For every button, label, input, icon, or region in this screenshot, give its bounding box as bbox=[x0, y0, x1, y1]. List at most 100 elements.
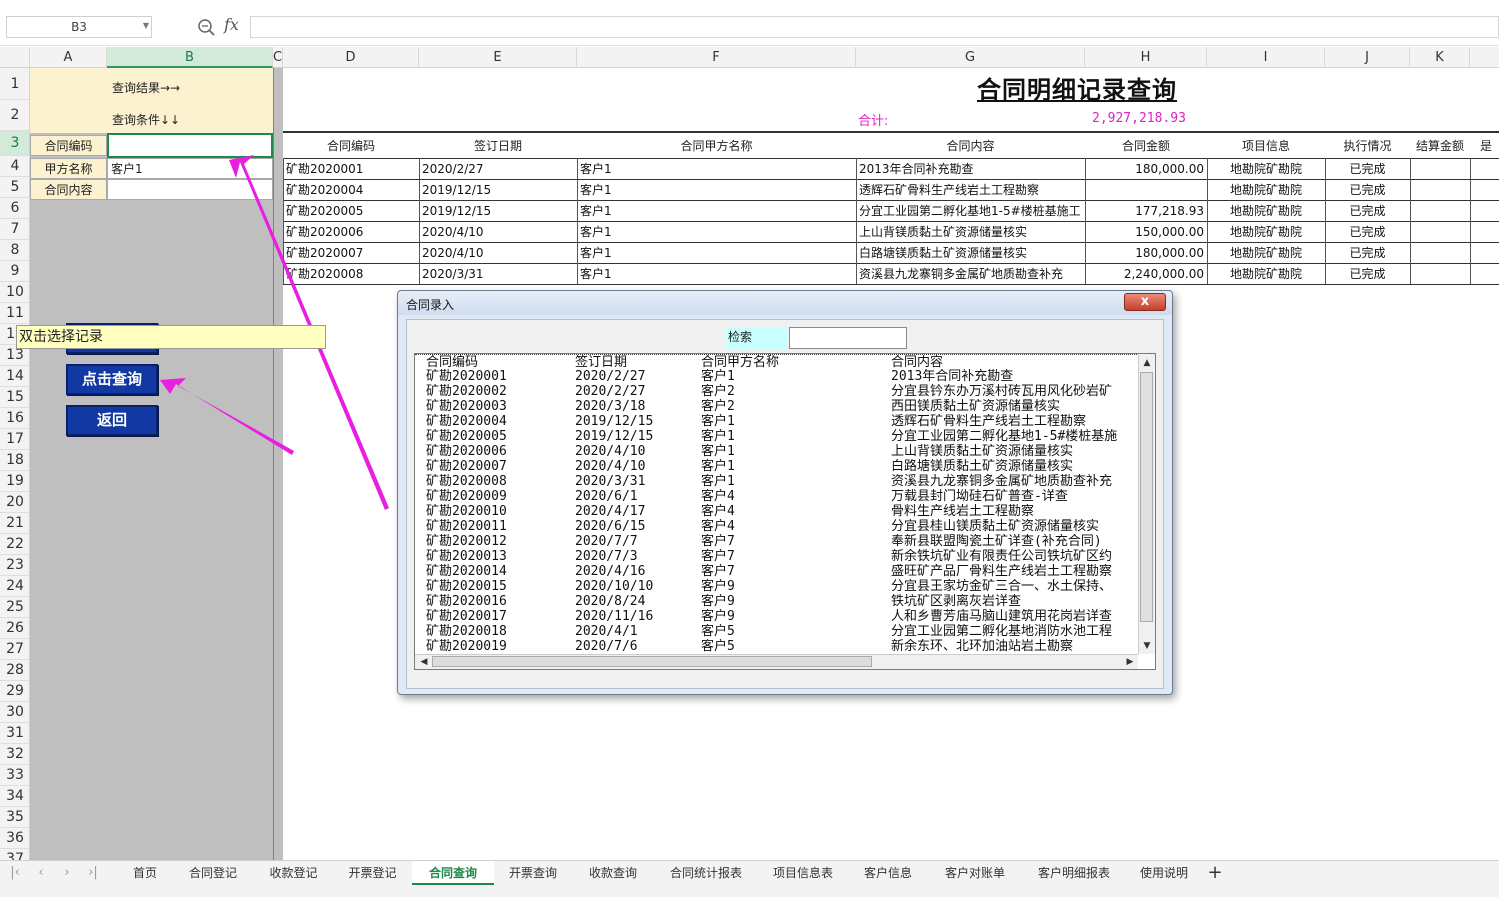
list-item[interactable]: 矿勘2020011 2020/6/15 客户4 分宜县桂山镁质黏土矿资源储量核实 bbox=[415, 519, 1139, 534]
column-header-a[interactable]: A bbox=[30, 47, 107, 68]
scroll-down-icon[interactable]: ▼ bbox=[1140, 639, 1154, 653]
list-item[interactable]: 矿勘2020005 2019/12/15 客户1 分宜工业园第二孵化基地1-5#楼桩基… bbox=[415, 429, 1139, 444]
scroll-right-icon[interactable]: ▶ bbox=[1123, 655, 1137, 669]
row-header[interactable]: 1 bbox=[0, 68, 29, 100]
list-item[interactable]: 矿勘2020014 2020/4/16 客户7 盛旺矿产品厂骨料生产线岩土工程勘察 bbox=[415, 564, 1139, 579]
row-header[interactable]: 10 bbox=[0, 282, 29, 303]
select-all-corner[interactable] bbox=[0, 47, 30, 68]
column-header-c[interactable]: C bbox=[273, 47, 283, 68]
row-header[interactable]: 9 bbox=[0, 261, 29, 282]
sheet-tab[interactable]: 项目信息表 bbox=[758, 861, 848, 885]
column-header-h[interactable]: H bbox=[1085, 47, 1207, 68]
fx-icon[interactable]: fx bbox=[224, 15, 239, 34]
row-header[interactable]: 6 bbox=[0, 198, 29, 219]
close-button[interactable]: x bbox=[1124, 293, 1166, 311]
next-sheet-icon[interactable]: › bbox=[56, 861, 78, 885]
column-header-f[interactable]: F bbox=[577, 47, 856, 68]
row-header[interactable]: 20 bbox=[0, 492, 29, 513]
row-header[interactable]: 33 bbox=[0, 765, 29, 786]
row-header[interactable]: 19 bbox=[0, 471, 29, 492]
row-header[interactable]: 34 bbox=[0, 786, 29, 807]
sheet-tab[interactable]: 收款查询 bbox=[572, 861, 654, 885]
row-header[interactable]: 35 bbox=[0, 807, 29, 828]
list-item[interactable]: 矿勘2020013 2020/7/3 客户7 新余铁坑矿业有限责任公司铁坑矿区约 bbox=[415, 549, 1139, 564]
party-name-input[interactable]: 客户1 bbox=[107, 158, 273, 179]
sheet-tab[interactable]: 使用说明 bbox=[1126, 861, 1202, 885]
row-header[interactable]: 23 bbox=[0, 555, 29, 576]
row-header[interactable]: 5 bbox=[0, 177, 29, 198]
column-header-b[interactable]: B bbox=[107, 47, 273, 68]
sheet-tab[interactable]: 客户信息 bbox=[848, 861, 928, 885]
row-header[interactable]: 11 bbox=[0, 303, 29, 324]
row-header[interactable]: 32 bbox=[0, 744, 29, 765]
sheet-tab[interactable]: 收款登记 bbox=[254, 861, 333, 885]
row-header[interactable]: 31 bbox=[0, 723, 29, 744]
row-header[interactable]: 4 bbox=[0, 156, 29, 177]
scroll-up-icon[interactable]: ▲ bbox=[1140, 356, 1154, 370]
column-header-k[interactable]: K bbox=[1410, 47, 1470, 68]
add-sheet-button[interactable]: + bbox=[1202, 861, 1228, 885]
list-item[interactable]: 矿勘2020010 2020/4/17 客户4 骨料生产线岩土工程勘察 bbox=[415, 504, 1139, 519]
row-header[interactable]: 36 bbox=[0, 828, 29, 849]
list-item[interactable]: 矿勘2020018 2020/4/1 客户5 分宜工业园第二孵化基地消防水池工程 bbox=[415, 624, 1139, 639]
zoom-icon[interactable] bbox=[197, 16, 217, 38]
row-header[interactable]: 15 bbox=[0, 387, 29, 408]
list-item[interactable]: 矿勘2020007 2020/4/10 客户1 白路塘镁质黏土矿资源储量核实 bbox=[415, 459, 1139, 474]
column-header-e[interactable]: E bbox=[419, 47, 577, 68]
list-item[interactable]: 矿勘2020001 2020/2/27 客户1 2013年合同补充勘查 bbox=[415, 369, 1139, 384]
row-header[interactable]: 37 bbox=[0, 849, 29, 860]
list-item[interactable]: 矿勘2020003 2020/3/18 客户2 西田镁质黏土矿资源储量核实 bbox=[415, 399, 1139, 414]
row-header[interactable]: 28 bbox=[0, 660, 29, 681]
dialog-titlebar[interactable] bbox=[398, 291, 1172, 315]
row-header[interactable]: 30 bbox=[0, 702, 29, 723]
vertical-scroll-thumb[interactable] bbox=[1140, 372, 1153, 622]
row-header[interactable]: 25 bbox=[0, 597, 29, 618]
contract-listbox[interactable]: 合同编码 签订日期 合同甲方名称 合同内容 矿勘2020001 2020/2/27 客户1 2… bbox=[414, 353, 1156, 670]
contract-code-input[interactable] bbox=[107, 133, 273, 158]
row-header[interactable]: 8 bbox=[0, 240, 29, 261]
row-header[interactable]: 29 bbox=[0, 681, 29, 702]
list-item[interactable]: 矿勘2020006 2020/4/10 客户1 上山背镁质黏土矿资源储量核实 bbox=[415, 444, 1139, 459]
back-button[interactable]: 返回 bbox=[66, 405, 158, 436]
list-item[interactable]: 矿勘2020002 2020/2/27 客户2 分宜县钤东办万溪村砖瓦用风化砂岩矿 bbox=[415, 384, 1139, 399]
name-box[interactable]: B3 bbox=[6, 16, 152, 38]
row-header[interactable]: 27 bbox=[0, 639, 29, 660]
sheet-tab[interactable]: 客户明细报表 bbox=[1022, 861, 1126, 885]
list-item[interactable]: 矿勘2020019 2020/7/6 客户5 新余东环、北环加油站岩土勘察 bbox=[415, 639, 1139, 654]
sheet-tab[interactable]: 客户对账单 bbox=[928, 861, 1022, 885]
chevron-down-icon[interactable]: ▼ bbox=[140, 16, 152, 38]
column-header-i[interactable]: I bbox=[1207, 47, 1325, 68]
last-sheet-icon[interactable]: ›| bbox=[82, 861, 104, 885]
row-header[interactable]: 17 bbox=[0, 429, 29, 450]
row-header[interactable]: 7 bbox=[0, 219, 29, 240]
sheet-tab[interactable]: 合同登记 bbox=[172, 861, 254, 885]
row-header[interactable]: 22 bbox=[0, 534, 29, 555]
sheet-tab[interactable]: 首页 bbox=[118, 861, 172, 885]
row-header[interactable]: 24 bbox=[0, 576, 29, 597]
row-header[interactable]: 14 bbox=[0, 366, 29, 387]
list-item[interactable]: 矿勘2020012 2020/7/7 客户7 奉新县联盟陶瓷土矿详查(补充合同) bbox=[415, 534, 1139, 549]
contract-content-input[interactable] bbox=[107, 179, 273, 200]
prev-sheet-icon[interactable]: ‹ bbox=[30, 861, 52, 885]
column-header-d[interactable]: D bbox=[283, 47, 419, 68]
column-header-j[interactable]: J bbox=[1325, 47, 1410, 68]
row-header[interactable]: 2 bbox=[0, 100, 29, 131]
first-sheet-icon[interactable]: |‹ bbox=[4, 861, 26, 885]
list-item[interactable]: 矿勘2020017 2020/11/16 客户9 人和乡曹芳庙马脑山建筑用花岗岩详查 bbox=[415, 609, 1139, 624]
row-header[interactable]: 21 bbox=[0, 513, 29, 534]
horizontal-scroll-thumb[interactable] bbox=[432, 656, 872, 667]
list-item[interactable]: 矿勘2020016 2020/8/24 客户9 铁坑矿区剥离灰岩详查 bbox=[415, 594, 1139, 609]
row-header[interactable]: 26 bbox=[0, 618, 29, 639]
sheet-tab[interactable]: 开票查询 bbox=[494, 861, 572, 885]
search-input[interactable] bbox=[789, 327, 907, 349]
list-item[interactable]: 矿勘2020008 2020/3/31 客户1 资溪县九龙寨铜多金属矿地质勘查补充 bbox=[415, 474, 1139, 489]
sheet-tab[interactable]: 合同查询 bbox=[412, 861, 494, 885]
list-item[interactable]: 矿勘2020009 2020/6/1 客户4 万载县封门坳硅石矿普查-详查 bbox=[415, 489, 1139, 504]
sheet-tab[interactable]: 合同统计报表 bbox=[654, 861, 758, 885]
sheet-tab[interactable]: 开票登记 bbox=[333, 861, 412, 885]
formula-input[interactable] bbox=[250, 16, 1499, 38]
row-header[interactable]: 18 bbox=[0, 450, 29, 471]
list-item[interactable]: 矿勘2020004 2019/12/15 客户1 透辉石矿骨料生产线岩土工程勘察 bbox=[415, 414, 1139, 429]
column-header-g[interactable]: G bbox=[856, 47, 1085, 68]
query-button[interactable]: 点击查询 bbox=[66, 364, 158, 395]
